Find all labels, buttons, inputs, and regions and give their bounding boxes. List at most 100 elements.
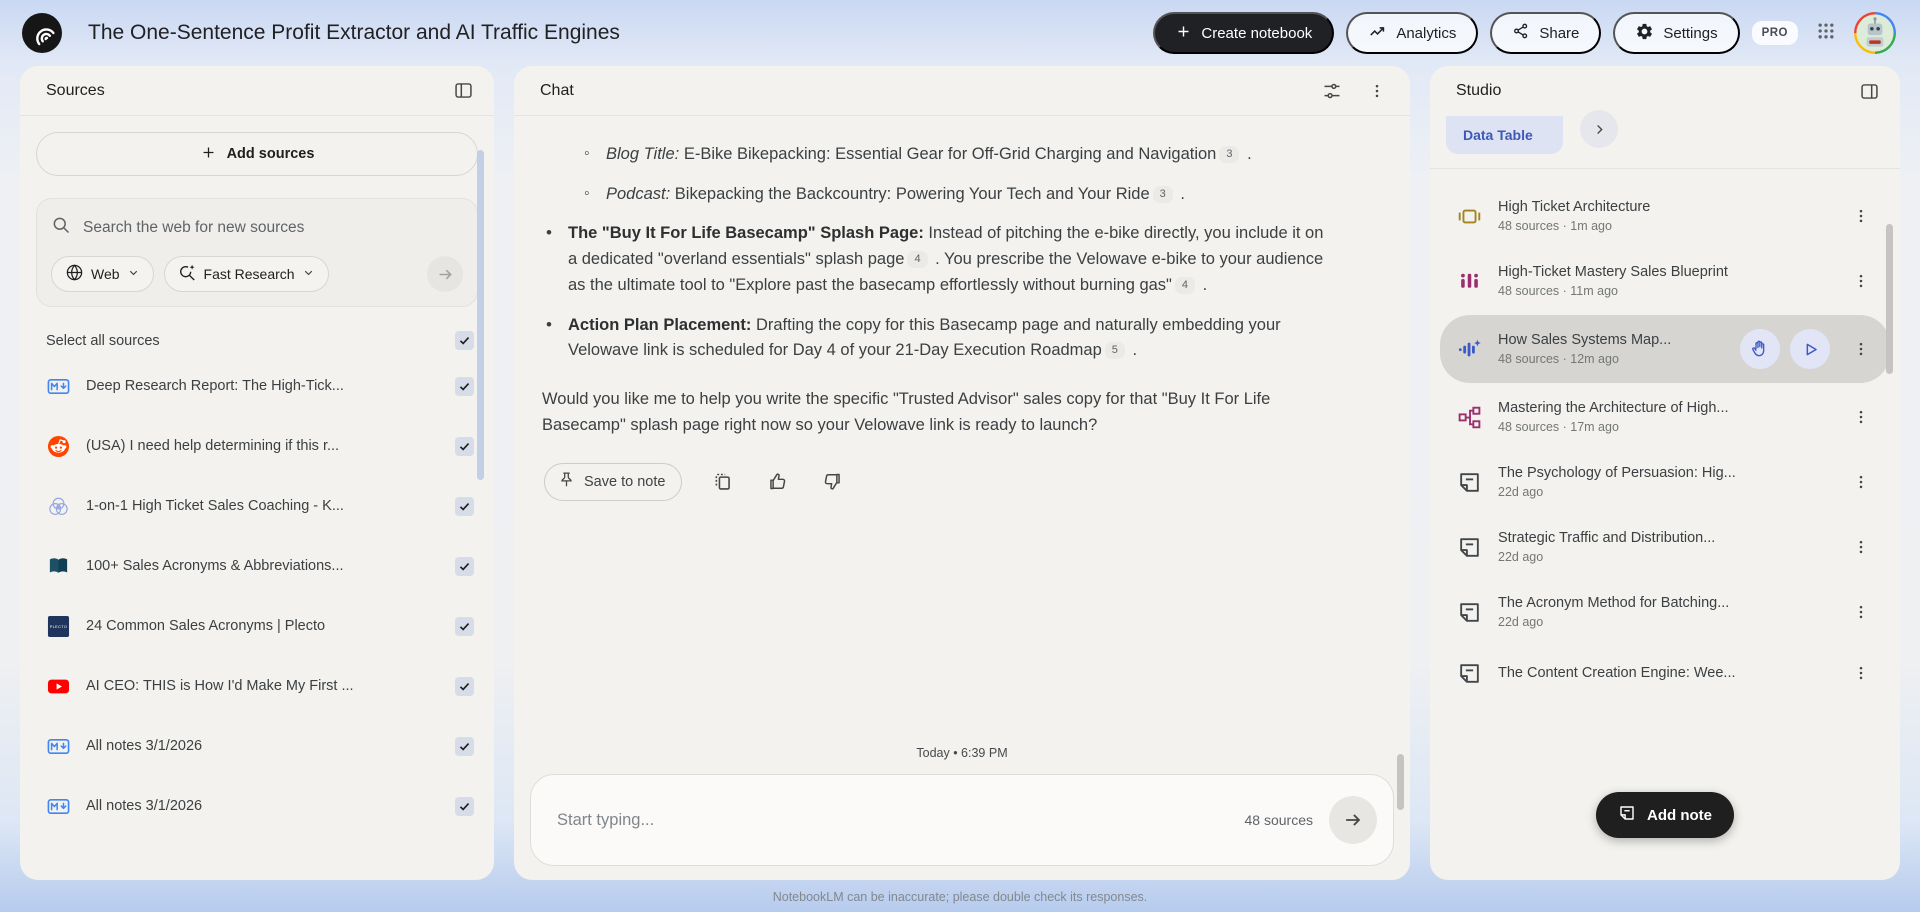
studio-item-more-icon[interactable] [1848,599,1874,625]
source-checkbox[interactable] [455,437,474,456]
studio-item[interactable]: The Acronym Method for Batching...22d ag… [1440,581,1890,643]
add-note-button[interactable]: Add note [1596,792,1734,838]
studio-item[interactable]: High Ticket Architecture 48 sources · 1m … [1440,185,1890,247]
source-title: AI CEO: THIS is How I'd Make My First ..… [86,678,455,694]
studio-item[interactable]: The Content Creation Engine: Wee... [1440,646,1890,700]
studio-item[interactable]: Strategic Traffic and Distribution...22d… [1440,516,1890,578]
source-list-item[interactable]: 1-on-1 High Ticket Sales Coaching - K... [20,476,494,536]
note-icon [1456,535,1482,560]
studio-item-more-icon[interactable] [1848,336,1874,362]
markdown-icon [46,374,70,398]
chip-scroll-right-button[interactable] [1580,110,1618,148]
citation-badge[interactable]: 4 [1175,277,1195,294]
studio-item-more-icon[interactable] [1848,469,1874,495]
source-list-item[interactable]: 100+ Sales Acronyms & Abbreviations... [20,536,494,596]
studio-item-title: How Sales Systems Map... [1498,332,1724,348]
studio-item-meta: 22d ago [1498,550,1832,564]
studio-item-meta: 48 sources · 11m ago [1498,284,1832,298]
flashcards-icon [1456,204,1482,229]
collapse-sources-panel-icon[interactable] [449,76,478,105]
source-checkbox[interactable] [455,497,474,516]
citation-badge[interactable]: 3 [1219,146,1239,163]
source-title: All notes 3/1/2026 [86,738,455,754]
studio-item-meta: 48 sources · 1m ago [1498,219,1832,233]
source-checkbox[interactable] [455,557,474,576]
bar-chart-icon [1456,269,1482,294]
source-list-item[interactable]: All notes 3/1/2026 [20,776,494,836]
copy-icon[interactable] [708,467,737,496]
chat-input[interactable] [557,811,1229,830]
source-checkbox[interactable] [455,797,474,816]
chat-settings-tune-icon[interactable] [1318,77,1346,105]
avatar[interactable] [1854,12,1896,54]
interactive-mode-button[interactable] [1740,329,1780,369]
source-checkbox[interactable] [455,377,474,396]
mindmap-icon [1456,405,1482,430]
studio-item-more-icon[interactable] [1848,534,1874,560]
web-filter-dropdown[interactable]: Web [51,256,154,292]
source-list-item[interactable]: All notes 3/1/2026 [20,716,494,776]
studio-item[interactable]: How Sales Systems Map...48 sources · 12m… [1440,315,1890,383]
web-search-input[interactable] [83,219,463,237]
source-list-item[interactable]: PLECTO24 Common Sales Acronyms | Plecto [20,596,494,656]
thumbs-up-icon[interactable] [763,467,792,496]
plus-icon [1175,23,1192,44]
gear-icon [1635,22,1654,45]
chat-scrollbar[interactable] [1397,754,1404,810]
studio-item[interactable]: High-Ticket Mastery Sales Blueprint48 so… [1440,250,1890,312]
page-title: The One-Sentence Profit Extractor and AI… [88,21,1153,45]
source-checkbox[interactable] [455,617,474,636]
studio-list: High Ticket Architecture 48 sources · 1m … [1430,169,1900,700]
collapse-studio-panel-icon[interactable] [1855,77,1884,106]
thumbs-down-icon[interactable] [818,467,847,496]
chat-bullet: Blog Title: E-Bike Bikepacking: Essentia… [582,142,1332,168]
research-mode-dropdown[interactable]: Fast Research [164,256,329,292]
source-list-item[interactable]: AI CEO: THIS is How I'd Make My First ..… [20,656,494,716]
add-sources-button[interactable]: Add sources [36,132,478,176]
chat-bullet: Podcast: Bikepacking the Backcountry: Po… [582,182,1332,208]
studio-item[interactable]: Mastering the Architecture of High...48 … [1440,386,1890,448]
sources-panel-title: Sources [46,82,105,100]
svg-text:PLECTO: PLECTO [49,625,67,629]
studio-item-more-icon[interactable] [1848,660,1874,686]
studio-item-title: High Ticket Architecture [1498,199,1832,215]
studio-item[interactable]: The Psychology of Persuasion: Hig...22d … [1440,451,1890,513]
sources-scrollbar[interactable] [477,150,484,480]
source-title: 1-on-1 High Ticket Sales Coaching - K... [86,498,455,514]
create-notebook-button[interactable]: Create notebook [1153,12,1334,54]
source-list-item[interactable]: (USA) I need help determining if this r.… [20,416,494,476]
send-button[interactable] [1329,796,1377,844]
analytics-button[interactable]: Analytics [1346,12,1478,54]
save-to-note-button[interactable]: Save to note [544,463,682,501]
citation-badge[interactable]: 5 [1105,342,1125,359]
source-title: All notes 3/1/2026 [86,798,455,814]
assistant-message: Blog Title: E-Bike Bikepacking: Essentia… [542,142,1332,364]
play-audio-button[interactable] [1790,329,1830,369]
citation-badge[interactable]: 4 [907,251,927,268]
submit-search-button[interactable] [427,256,463,292]
notebooklm-logo-icon[interactable] [22,13,62,53]
studio-item-more-icon[interactable] [1848,404,1874,430]
source-checkbox[interactable] [455,737,474,756]
studio-scrollbar[interactable] [1886,224,1893,374]
source-count-label: 48 sources [1245,812,1313,828]
chat-more-options-icon[interactable] [1364,78,1390,104]
select-all-checkbox[interactable] [455,331,474,350]
settings-button[interactable]: Settings [1613,12,1739,54]
share-button[interactable]: Share [1490,12,1601,54]
data-table-chip[interactable]: Data Table [1446,116,1563,154]
source-checkbox[interactable] [455,677,474,696]
studio-item-meta: 22d ago [1498,615,1832,629]
source-list-item[interactable]: Deep Research Report: The High-Tick... [20,356,494,416]
studio-item-more-icon[interactable] [1848,203,1874,229]
apps-grid-icon[interactable] [1810,17,1842,50]
sparkle-search-icon [178,263,197,285]
youtube-icon [46,674,70,698]
reddit-icon [46,434,70,458]
chat-message-area: Blog Title: E-Bike Bikepacking: Essentia… [514,116,1410,736]
chat-panel: Chat Blog Title: E-Bike Bikepacking: Ess… [514,66,1410,880]
chat-text-segment: Action Plan Placement: [568,316,756,334]
chat-text-segment: E-Bike Bikepacking: Essential Gear for O… [684,145,1217,163]
citation-badge[interactable]: 3 [1153,186,1173,203]
studio-item-more-icon[interactable] [1848,268,1874,294]
